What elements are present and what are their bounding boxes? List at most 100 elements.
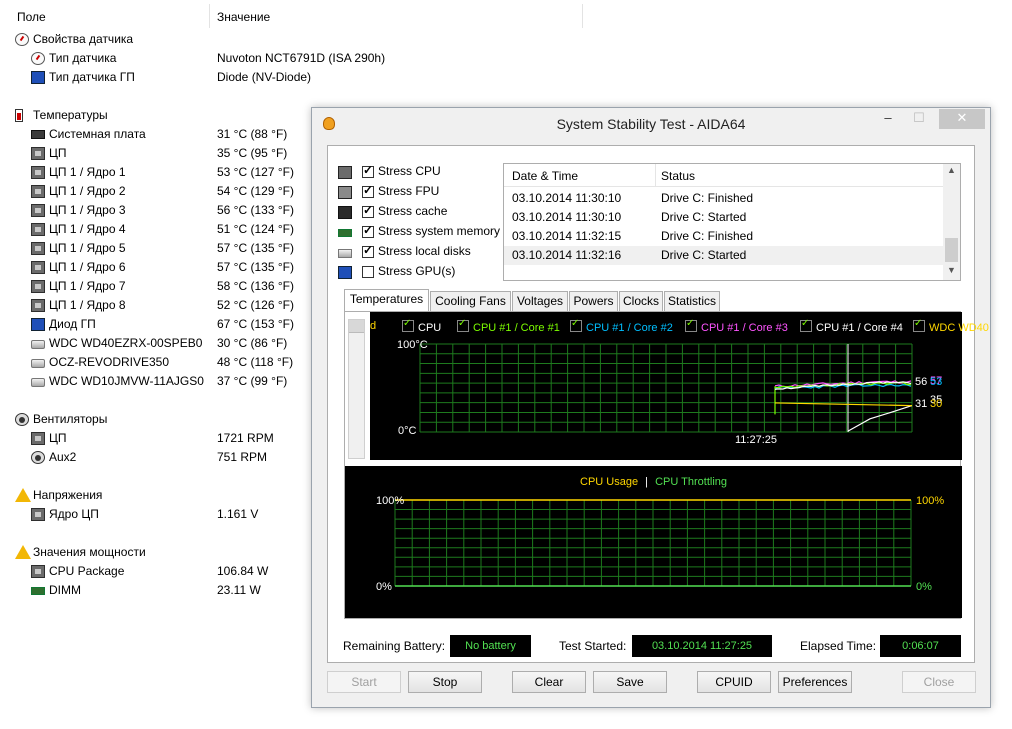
- log-header-status[interactable]: Status: [661, 169, 695, 183]
- start-button[interactable]: Start: [327, 671, 401, 693]
- sensor-value: 54 °C (129 °F): [217, 184, 294, 198]
- scroll-down-arrow-icon[interactable]: ▼: [947, 265, 956, 275]
- sensor-label: WDC WD10JMVW-11AJGS0: [49, 374, 204, 388]
- sensor-value: 51 °C (124 °F): [217, 222, 294, 236]
- log-header-datetime[interactable]: Date & Time: [512, 169, 578, 183]
- fpu-icon: [338, 186, 352, 199]
- tab-statistics[interactable]: Statistics: [664, 291, 720, 311]
- sensor-label: Тип датчика: [49, 51, 117, 65]
- cpu-icon: [31, 508, 45, 521]
- sensor-value: 52 °C (126 °F): [217, 298, 294, 312]
- stress-checkbox[interactable]: [362, 163, 374, 178]
- sensor-value: 67 °C (153 °F): [217, 317, 294, 331]
- column-header-field[interactable]: Поле: [17, 10, 46, 24]
- content-area: Stress CPU Stress FPU Stress cache Stress s…: [327, 145, 989, 663]
- event-log: Date & Time Status 03.10.2014 11:30:10 Dr…: [503, 163, 961, 281]
- cpu-icon: [31, 185, 45, 198]
- maximize-button[interactable]: ☐: [906, 109, 932, 129]
- sensor-value: 57 °C (135 °F): [217, 260, 294, 274]
- scroll-thumb[interactable]: [945, 238, 958, 262]
- chart-scroll-thumb[interactable]: [349, 320, 364, 333]
- warning-icon: [15, 488, 31, 502]
- sensor-label: ЦП 1 / Ядро 2: [49, 184, 126, 198]
- usage-left-bottom: 0%: [376, 581, 392, 593]
- sensor-label: WDC WD40EZRX-00SPEB0: [49, 336, 203, 350]
- temperature-chart: dCPUCPU #1 / Core #1CPU #1 / Core #2CPU …: [370, 312, 989, 460]
- log-row[interactable]: 03.10.2014 11:30:10 Drive C: Finished: [504, 189, 944, 208]
- section-title: Свойства датчика: [33, 32, 134, 46]
- save-button[interactable]: Save: [593, 671, 667, 693]
- title-bar[interactable]: System Stability Test - AIDA64 ‒ ☐ ✕: [312, 108, 990, 140]
- sensor-value: 751 RPM: [217, 450, 268, 464]
- battery-value: No battery: [450, 635, 531, 657]
- log-row[interactable]: 03.10.2014 11:30:10 Drive C: Started: [504, 208, 944, 227]
- sensor-value: Diode (NV-Diode): [217, 70, 312, 84]
- stress-checkbox[interactable]: [362, 266, 374, 278]
- chart-scrollbar[interactable]: [348, 319, 365, 459]
- test-started-value: 03.10.2014 11:27:25: [632, 635, 772, 657]
- log-header: Date & Time Status: [504, 164, 944, 187]
- log-scrollbar[interactable]: ▲ ▼: [943, 164, 960, 280]
- temp-current-value: 30: [930, 398, 943, 410]
- cpu-icon: [31, 204, 45, 217]
- scroll-up-arrow-icon[interactable]: ▲: [947, 165, 956, 175]
- column-header-value[interactable]: Значение: [217, 10, 270, 24]
- sensor-value: 53 °C (127 °F): [217, 165, 294, 179]
- cpu-icon: [31, 565, 45, 578]
- cpu-usage-chart: CPU Usage | CPU Throttling 100% 0% 100% …: [345, 466, 962, 618]
- section-title: Напряжения: [33, 488, 103, 502]
- temp-current-value: 56: [915, 376, 928, 388]
- disk-icon: [31, 378, 45, 387]
- tab-clocks[interactable]: Clocks: [619, 291, 663, 311]
- tab-cooling-fans[interactable]: Cooling Fans: [430, 291, 511, 311]
- sensor-value: 1721 RPM: [217, 431, 274, 445]
- cpu-icon: [31, 223, 45, 236]
- log-status: Drive C: Finished: [661, 229, 754, 243]
- sensor-label: ЦП 1 / Ядро 7: [49, 279, 126, 293]
- monitor-icon: [338, 266, 352, 279]
- close-button[interactable]: Close: [902, 671, 976, 693]
- elapsed-time-label: Elapsed Time:: [800, 639, 877, 653]
- temp-current-value: 31: [915, 398, 928, 410]
- column-separator[interactable]: [582, 4, 583, 28]
- tab-temperatures[interactable]: Temperatures: [344, 289, 429, 312]
- column-separator[interactable]: [209, 4, 210, 28]
- clear-button[interactable]: Clear: [512, 671, 586, 693]
- sensor-label: DIMM: [49, 583, 81, 597]
- temperature-graph: [419, 343, 913, 433]
- sensor-label: Диод ГП: [49, 317, 96, 331]
- tab-voltages[interactable]: Voltages: [512, 291, 568, 311]
- minimize-button[interactable]: ‒: [875, 109, 901, 129]
- log-row[interactable]: 03.10.2014 11:32:16 Drive C: Started: [504, 246, 944, 265]
- stress-label: Stress GPU(s): [378, 264, 456, 278]
- usage-right-top: 100%: [916, 495, 945, 507]
- sensor-label: ЦП: [49, 146, 67, 160]
- tab-powers[interactable]: Powers: [569, 291, 618, 311]
- fan-icon: [15, 413, 29, 426]
- sensor-label: ЦП 1 / Ядро 8: [49, 298, 126, 312]
- log-datetime: 03.10.2014 11:30:10: [512, 210, 622, 224]
- stop-button[interactable]: Stop: [408, 671, 482, 693]
- stress-checkbox[interactable]: [362, 223, 374, 238]
- close-window-button[interactable]: ✕: [939, 109, 985, 129]
- stress-label: Stress local disks: [378, 244, 471, 258]
- cpu-icon: [338, 166, 352, 179]
- motherboard-icon: [31, 130, 45, 139]
- usage-left-top: 100%: [376, 495, 405, 507]
- cpuid-button[interactable]: CPUID: [697, 671, 771, 693]
- log-row[interactable]: 03.10.2014 11:32:15 Drive C: Finished: [504, 227, 944, 246]
- cpu-icon: [31, 147, 45, 160]
- preferences-button[interactable]: Preferences: [778, 671, 852, 693]
- disk-icon: [338, 249, 352, 258]
- stress-checkbox[interactable]: [362, 243, 374, 258]
- stress-checkbox[interactable]: [362, 203, 374, 218]
- log-datetime: 03.10.2014 11:32:16: [512, 248, 622, 262]
- gauge-icon: [15, 33, 29, 46]
- stress-checkbox[interactable]: [362, 183, 374, 198]
- sensor-value: 106.84 W: [217, 564, 269, 578]
- usage-right-bottom: 0%: [916, 581, 932, 593]
- gauge-icon: [31, 52, 45, 65]
- sensor-label: ЦП 1 / Ядро 5: [49, 241, 126, 255]
- sensor-label: ЦП 1 / Ядро 6: [49, 260, 126, 274]
- log-status: Drive C: Finished: [661, 191, 754, 205]
